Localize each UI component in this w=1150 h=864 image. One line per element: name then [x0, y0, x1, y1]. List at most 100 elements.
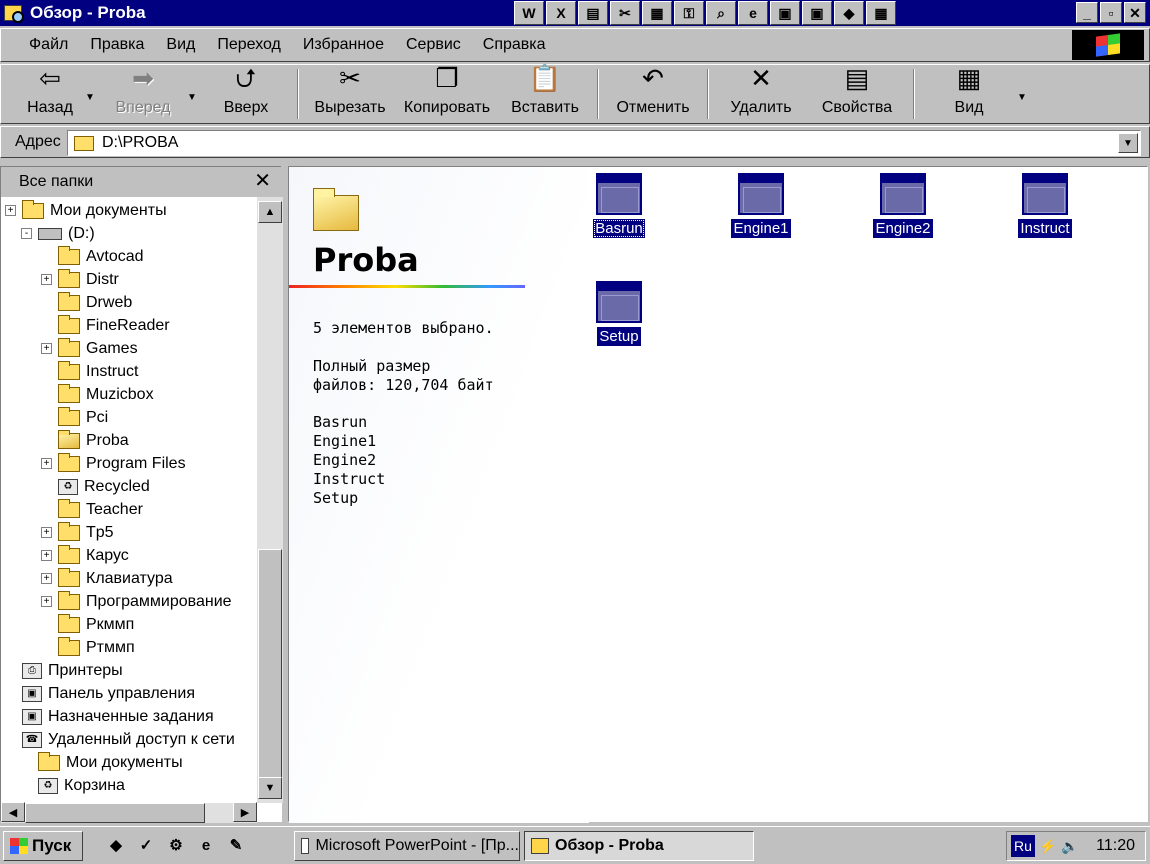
task-powerpoint[interactable]: Microsoft PowerPoint - [Пр... — [294, 831, 520, 861]
task-explorer[interactable]: Обзор - Proba — [524, 831, 754, 861]
tree-item[interactable]: - (D:) — [21, 222, 95, 245]
tree-item[interactable]: Teacher — [41, 498, 143, 521]
office-shortcut-icon[interactable]: ✂ — [610, 1, 640, 25]
explorer-icon[interactable] — [4, 5, 24, 23]
tree-item[interactable]: ♻ Recycled — [41, 475, 150, 498]
menu-favorites[interactable]: Избранное — [303, 36, 384, 54]
tree-item[interactable]: Ркммп — [41, 613, 134, 636]
file-icon-engine1[interactable]: Engine1 — [719, 173, 803, 238]
volume-icon[interactable]: 🔈 — [1061, 837, 1079, 855]
delete-button[interactable]: ✕ Удалить — [715, 65, 807, 123]
office-shortcut-icon[interactable]: e — [738, 1, 768, 25]
tree-item[interactable]: Instruct — [41, 360, 138, 383]
office-shortcut-icon[interactable]: ▦ — [642, 1, 672, 25]
address-value[interactable]: D:\PROBA — [102, 134, 178, 152]
expand-icon[interactable]: + — [41, 527, 52, 538]
horizontal-scrollbar[interactable]: ◀ ▶ — [1, 802, 257, 823]
office-shortcut-icon[interactable]: ▤ — [578, 1, 608, 25]
file-icon-engine2[interactable]: Engine2 — [861, 173, 945, 238]
file-icon-basrun[interactable]: Basrun — [577, 173, 661, 238]
quick-launch-icon[interactable]: ✎ — [224, 833, 248, 857]
tree-item[interactable]: + Tp5 — [41, 521, 114, 544]
quick-launch-icon[interactable]: ◆ — [104, 833, 128, 857]
menu-tools[interactable]: Сервис — [406, 36, 461, 54]
office-shortcut-icon[interactable]: ▣ — [770, 1, 800, 25]
back-button[interactable]: ⇦ Назад — [15, 65, 85, 123]
properties-button[interactable]: ▤ Свойства — [807, 65, 907, 123]
maximize-button[interactable]: ▫ — [1100, 2, 1122, 23]
office-shortcut-icon[interactable]: X — [546, 1, 576, 25]
expand-icon[interactable]: + — [41, 274, 52, 285]
address-input[interactable]: D:\PROBA ▼ — [67, 130, 1141, 156]
expand-icon[interactable]: + — [5, 205, 16, 216]
tree-item[interactable]: Pci — [41, 406, 108, 429]
tree-item[interactable]: ▣ Панель управления — [5, 682, 195, 705]
back-dropdown-icon[interactable]: ▼ — [85, 65, 99, 123]
tree-item[interactable]: ▣ Назначенные задания — [5, 705, 214, 728]
office-shortcut-icon[interactable]: ▣ — [802, 1, 832, 25]
menu-file[interactable]: Файл — [29, 36, 68, 54]
expand-icon[interactable]: + — [41, 343, 52, 354]
forward-dropdown-icon[interactable]: ▼ — [187, 65, 201, 123]
office-shortcut-icon[interactable]: ▦ — [866, 1, 896, 25]
pane-close-icon[interactable]: ✕ — [254, 171, 271, 191]
tree-item[interactable]: Muzicbox — [41, 383, 154, 406]
view-button[interactable]: ▦ Вид — [921, 65, 1017, 123]
office-shortcut-icon[interactable]: W — [514, 1, 544, 25]
scroll-up-icon[interactable]: ▲ — [258, 201, 282, 223]
collapse-icon[interactable]: - — [21, 228, 32, 239]
tree-item[interactable]: ☎ Удаленный доступ к сети — [5, 728, 235, 751]
minimize-button[interactable]: _ — [1076, 2, 1098, 23]
file-icon-instruct[interactable]: Instruct — [1003, 173, 1087, 238]
vertical-scrollbar[interactable]: ▲ ▼ — [257, 197, 283, 803]
quick-launch-icon[interactable]: ✓ — [134, 833, 158, 857]
scroll-left-icon[interactable]: ◀ — [1, 802, 25, 822]
scroll-thumb[interactable] — [258, 549, 282, 789]
tree-item[interactable]: + Клавиатура — [41, 567, 173, 590]
expand-icon[interactable]: + — [41, 550, 52, 561]
start-button[interactable]: Пуск — [3, 831, 83, 861]
tree-item[interactable]: Proba — [41, 429, 129, 452]
view-dropdown-icon[interactable]: ▼ — [1017, 65, 1031, 123]
up-button[interactable]: ⮍ Вверх — [201, 65, 291, 123]
tree-item[interactable]: Ртммп — [41, 636, 135, 659]
internet-explorer-icon[interactable]: e — [194, 833, 218, 857]
menu-edit[interactable]: Правка — [90, 36, 144, 54]
tree-item[interactable]: + Games — [41, 337, 138, 360]
tree-item[interactable]: + Карус — [41, 544, 129, 567]
office-shortcut-icon[interactable]: ◆ — [834, 1, 864, 25]
scroll-thumb[interactable] — [25, 803, 205, 823]
expand-icon[interactable]: + — [41, 573, 52, 584]
address-dropdown-icon[interactable]: ▼ — [1118, 133, 1138, 153]
scroll-down-icon[interactable]: ▼ — [258, 777, 282, 799]
network-icon[interactable]: ⚡ — [1039, 837, 1057, 855]
expand-icon[interactable]: + — [41, 596, 52, 607]
forward-button[interactable]: ➡ Вперед — [99, 65, 187, 123]
copy-button[interactable]: ❐ Копировать — [395, 65, 499, 123]
cut-button[interactable]: ✂ Вырезать — [305, 65, 395, 123]
tree-item[interactable]: Avtocad — [41, 245, 144, 268]
paste-button[interactable]: 📋 Вставить — [499, 65, 591, 123]
office-shortcut-icon[interactable]: ⚿ — [674, 1, 704, 25]
expand-icon[interactable]: + — [41, 458, 52, 469]
tree-item[interactable]: ♻ Корзина — [21, 774, 125, 797]
tree-item[interactable]: + Мои документы — [5, 199, 167, 222]
tree-item[interactable]: ⎙ Принтеры — [5, 659, 123, 682]
scroll-right-icon[interactable]: ▶ — [233, 802, 257, 822]
close-button[interactable]: ✕ — [1124, 2, 1146, 23]
undo-button[interactable]: ↶ Отменить — [605, 65, 701, 123]
menu-view[interactable]: Вид — [166, 36, 195, 54]
menu-help[interactable]: Справка — [483, 36, 546, 54]
language-indicator[interactable]: Ru — [1011, 835, 1035, 857]
quick-launch-icon[interactable]: ⚙ — [164, 833, 188, 857]
tree-item[interactable]: + Программирование — [41, 590, 232, 613]
file-icon-setup[interactable]: Setup — [577, 281, 661, 346]
office-shortcut-icon[interactable]: ⌕ — [706, 1, 736, 25]
tree-item[interactable]: Мои документы — [21, 751, 183, 774]
tree-item[interactable]: Drweb — [41, 291, 132, 314]
clock[interactable]: 11:20 — [1096, 837, 1135, 855]
menu-go[interactable]: Переход — [217, 36, 281, 54]
tree-item[interactable]: + Distr — [41, 268, 119, 291]
tree-item[interactable]: FineReader — [41, 314, 170, 337]
tree-item[interactable]: + Program Files — [41, 452, 186, 475]
